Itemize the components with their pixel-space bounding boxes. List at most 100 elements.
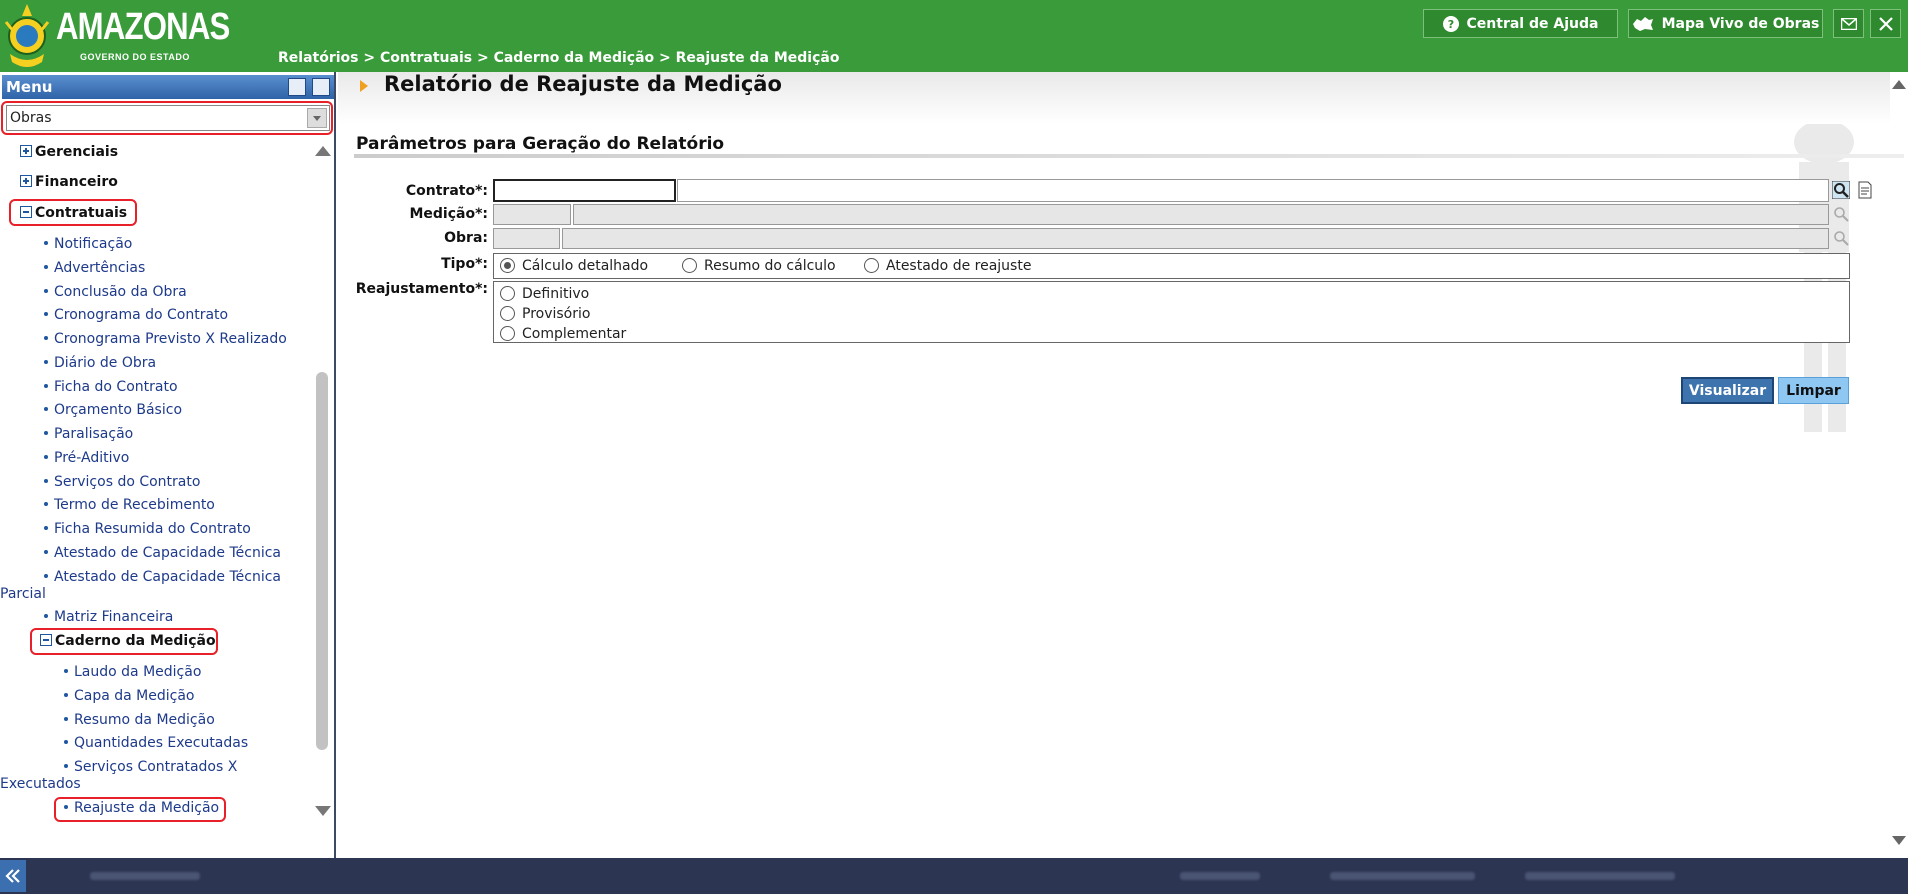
section-title: Parâmetros para Geração do Relatório	[356, 134, 725, 154]
breadcrumb: Relatórios > Contratuais > Caderno da Me…	[278, 50, 840, 66]
menu-item-ficha-resumida[interactable]: Ficha Resumida do Contrato	[44, 521, 251, 537]
scroll-thumb[interactable]	[316, 372, 328, 750]
menu-item-cronograma-contrato[interactable]: Cronograma do Contrato	[44, 307, 228, 323]
state-crest-icon	[4, 4, 50, 67]
close-icon	[1878, 16, 1893, 31]
menu-item-cronograma-previsto[interactable]: Cronograma Previsto X Realizado	[44, 331, 287, 347]
live-works-map-label: Mapa Vivo de Obras	[1661, 15, 1820, 32]
tree-node-financeiro[interactable]: Financeiro	[20, 174, 118, 190]
radio-icon	[500, 326, 515, 341]
tipo-atestado-reajuste[interactable]: Atestado de reajuste	[864, 258, 1031, 274]
menu-item-reajuste-medicao[interactable]: Reajuste da Medição	[64, 800, 219, 816]
menu-header: Menu	[2, 75, 334, 99]
menu-item-atestado-capacidade[interactable]: Atestado de Capacidade Técnica	[44, 545, 281, 561]
mail-button[interactable]	[1833, 9, 1864, 38]
app-window: AMAZONAS GOVERNO DO ESTADO Relatórios > …	[0, 0, 1908, 894]
radio-icon	[500, 306, 515, 321]
tree-node-caderno-medicao[interactable]: Caderno da Medição	[40, 633, 216, 649]
scroll-down-icon[interactable]	[315, 806, 331, 816]
module-select-value: Obras	[10, 110, 52, 126]
help-center-button[interactable]: ? Central de Ajuda	[1423, 9, 1618, 38]
document-icon[interactable]	[1856, 181, 1874, 199]
tipo-resumo-calculo[interactable]: Resumo do cálculo	[682, 258, 836, 274]
blurred-status-left	[90, 872, 200, 880]
collapse-sidebar-button[interactable]	[0, 860, 26, 892]
brand-subtitle: GOVERNO DO ESTADO	[80, 52, 190, 62]
help-center-label: Central de Ajuda	[1466, 15, 1599, 32]
menu-item-matriz-financeira[interactable]: Matriz Financeira	[44, 609, 173, 625]
tipo-label: Tipo*:	[441, 256, 488, 272]
menu-item-paralisacao[interactable]: Paralisação	[44, 426, 133, 442]
menu-item-advertencias[interactable]: Advertências	[44, 260, 145, 276]
collapse-all-icon[interactable]	[288, 78, 306, 96]
tree-node-gerenciais[interactable]: Gerenciais	[20, 144, 118, 160]
medicao-label: Medição*:	[409, 206, 488, 222]
menu-item-orcamento-basico[interactable]: Orçamento Básico	[44, 402, 182, 418]
sidebar-scrollbar[interactable]	[314, 144, 331, 816]
close-button[interactable]	[1870, 9, 1901, 38]
medicao-code-input[interactable]	[493, 204, 571, 225]
medicao-description-input[interactable]	[573, 204, 1829, 225]
reajustamento-provisorio[interactable]: Provisório	[500, 306, 590, 322]
clear-button[interactable]: Limpar	[1778, 377, 1849, 404]
menu-item-servicos-contrato[interactable]: Serviços do Contrato	[44, 474, 200, 490]
radio-selected-icon	[500, 258, 515, 273]
page-title: Relatório de Reajuste da Medição	[384, 72, 782, 96]
footer-bar	[0, 858, 1908, 894]
live-works-map-button[interactable]: Mapa Vivo de Obras	[1628, 9, 1823, 38]
menu-item-quantidades-executadas[interactable]: Quantidades Executadas	[64, 735, 248, 751]
search-icon[interactable]	[1832, 181, 1850, 199]
double-chevron-left-icon	[5, 869, 20, 883]
map-region-icon	[1632, 16, 1653, 31]
search-icon-disabled	[1834, 207, 1849, 222]
svg-text:?: ?	[1447, 18, 1453, 31]
section-divider	[354, 154, 1904, 158]
module-select[interactable]: Obras	[6, 105, 330, 131]
menu-item-capa-medicao[interactable]: Capa da Medição	[64, 688, 195, 704]
top-header: AMAZONAS GOVERNO DO ESTADO Relatórios > …	[0, 0, 1908, 72]
menu-item-ficha-contrato[interactable]: Ficha do Contrato	[44, 379, 178, 395]
scroll-up-icon[interactable]	[1892, 80, 1906, 89]
menu-item-termo-recebimento[interactable]: Termo de Recebimento	[44, 497, 215, 513]
tipo-radio-group: Cálculo detalhado Resumo do cálculo Ates…	[493, 253, 1850, 279]
menu-item-resumo-medicao[interactable]: Resumo da Medição	[64, 712, 215, 728]
menu-item-atestado-capacidade-parcial[interactable]: Atestado de Capacidade Técnica Parcial	[0, 569, 300, 603]
menu-item-notificacao[interactable]: Notificação	[44, 236, 132, 252]
main-scrollbar[interactable]	[1890, 72, 1908, 858]
scroll-down-icon[interactable]	[1892, 836, 1906, 845]
menu-item-servicos-contratados-executados[interactable]: Serviços Contratados X Executados	[0, 759, 300, 793]
reajustamento-definitivo[interactable]: Definitivo	[500, 286, 589, 302]
tree-node-contratuais[interactable]: Contratuais	[20, 205, 127, 221]
visualize-button[interactable]: Visualizar	[1681, 377, 1774, 404]
menu-title: Menu	[6, 78, 53, 96]
contrato-label: Contrato*:	[405, 183, 488, 199]
expand-icon	[20, 175, 32, 187]
blurred-version	[1330, 872, 1475, 880]
contrato-code-input[interactable]	[493, 179, 676, 202]
blurred-user	[1180, 872, 1260, 880]
obra-label: Obra:	[444, 230, 488, 246]
expand-all-icon[interactable]	[312, 78, 330, 96]
main-content: Relatório de Reajuste da Medição Parâmet…	[338, 72, 1908, 858]
menu-item-conclusao-obra[interactable]: Conclusão da Obra	[44, 284, 187, 300]
obra-description-input[interactable]	[562, 228, 1829, 249]
title-bar: Relatório de Reajuste da Medição	[338, 72, 1890, 124]
tipo-calculo-detalhado[interactable]: Cálculo detalhado	[500, 258, 648, 274]
reajustamento-label: Reajustamento*:	[355, 281, 488, 297]
obra-code-input[interactable]	[493, 228, 560, 249]
title-chevron-icon	[360, 80, 368, 92]
amazonas-logo[interactable]: AMAZONAS GOVERNO DO ESTADO	[0, 0, 230, 72]
reajustamento-complementar[interactable]: Complementar	[500, 326, 626, 342]
menu-item-diario-obra[interactable]: Diário de Obra	[44, 355, 156, 371]
scroll-up-icon[interactable]	[315, 146, 331, 156]
contrato-description-input[interactable]	[677, 179, 1829, 202]
radio-icon	[682, 258, 697, 273]
radio-icon	[500, 286, 515, 301]
question-circle-icon: ?	[1442, 15, 1459, 32]
chevron-down-icon	[307, 108, 327, 128]
sidebar: Menu Obras Gerenciais Financeiro Contrat…	[0, 72, 336, 858]
blurred-build	[1525, 872, 1675, 880]
menu-item-pre-aditivo[interactable]: Pré-Aditivo	[44, 450, 129, 466]
menu-item-laudo-medicao[interactable]: Laudo da Medição	[64, 664, 201, 680]
radio-icon	[864, 258, 879, 273]
